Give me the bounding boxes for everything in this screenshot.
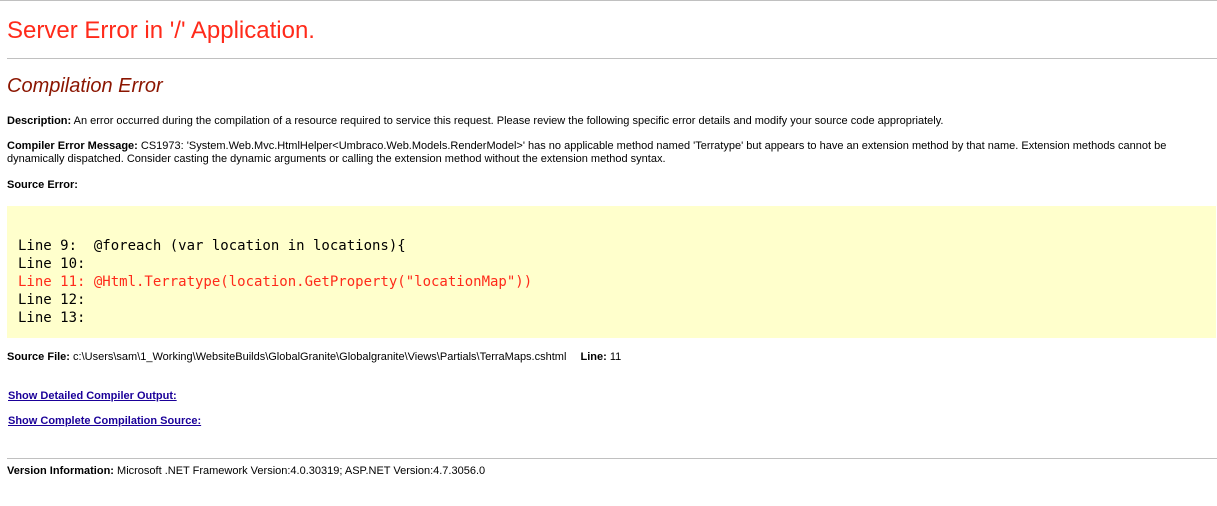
code-line-9: Line 9: @foreach (var location in locati… bbox=[18, 238, 406, 254]
description-section: Description: An error occurred during th… bbox=[7, 115, 1213, 128]
page-title: Server Error in '/' Application. bbox=[7, 17, 315, 44]
show-complete-compilation-source-link[interactable]: Show Complete Compilation Source: bbox=[8, 415, 201, 427]
source-file-section: Source File: c:\Users\sam\1_Working\Webs… bbox=[7, 351, 1213, 364]
source-file-path: c:\Users\sam\1_Working\WebsiteBuilds\Glo… bbox=[73, 351, 567, 363]
source-line-label: Line: bbox=[580, 351, 607, 363]
error-type-heading: Compilation Error bbox=[7, 75, 163, 97]
description-text: An error occurred during the compilation… bbox=[73, 115, 944, 127]
show-detailed-compiler-output-link[interactable]: Show Detailed Compiler Output: bbox=[8, 390, 177, 402]
bottom-divider bbox=[7, 458, 1217, 459]
source-line-number: 11 bbox=[609, 351, 622, 363]
compiler-error-text: CS1973: 'System.Web.Mvc.HtmlHelper<Umbra… bbox=[7, 140, 1167, 165]
compiler-error-label: Compiler Error Message: bbox=[7, 140, 138, 152]
code-line-12: Line 12: bbox=[18, 292, 94, 308]
code-line-11-error: Line 11: @Html.Terratype(location.GetPro… bbox=[18, 274, 533, 290]
description-label: Description: bbox=[7, 115, 72, 127]
top-divider bbox=[0, 0, 1217, 1]
version-section: Version Information: Microsoft .NET Fram… bbox=[7, 465, 1213, 478]
source-code-box: Line 9: @foreach (var location in locati… bbox=[7, 206, 1216, 338]
code-line-13: Line 13: bbox=[18, 310, 94, 326]
version-text: Microsoft .NET Framework Version:4.0.303… bbox=[117, 465, 486, 477]
compiler-error-section: Compiler Error Message: CS1973: 'System.… bbox=[7, 140, 1213, 166]
code-line-10: Line 10: bbox=[18, 256, 94, 272]
source-code-block: Line 9: @foreach (var location in locati… bbox=[18, 237, 532, 327]
source-file-label: Source File: bbox=[7, 351, 70, 363]
source-error-section: Source Error: bbox=[7, 179, 1213, 192]
source-error-label: Source Error: bbox=[7, 179, 78, 191]
title-divider bbox=[7, 58, 1217, 59]
version-label: Version Information: bbox=[7, 465, 114, 477]
